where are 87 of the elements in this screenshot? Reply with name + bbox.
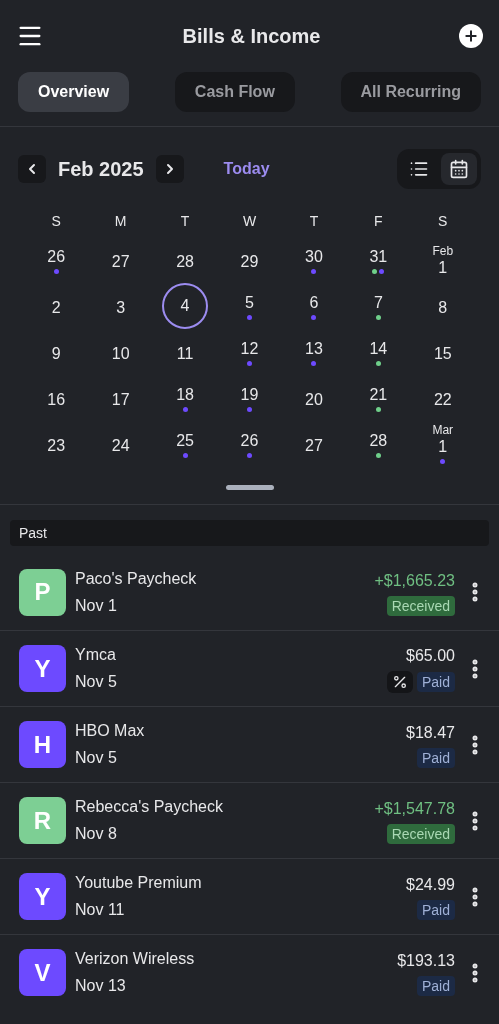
- status-badge: Paid: [416, 748, 455, 768]
- amount: $65.00: [406, 646, 455, 666]
- page-title: Bills & Income: [182, 24, 321, 49]
- calendar-day[interactable]: 22: [433, 391, 452, 408]
- calendar-day[interactable]: 6: [309, 295, 319, 311]
- calendar-day[interactable]: 15: [433, 345, 452, 362]
- amount: $193.13: [397, 951, 455, 971]
- calendar-day[interactable]: 17: [111, 391, 130, 408]
- amount: +$1,665.23: [374, 570, 455, 591]
- calendar-day[interactable]: 2: [51, 299, 61, 316]
- calendar-day[interactable]: 19: [240, 387, 259, 403]
- avatar: R: [19, 797, 66, 844]
- calendar-day[interactable]: 1: [438, 439, 448, 455]
- calendar-day[interactable]: 13: [305, 341, 323, 357]
- calendar-day[interactable]: 12: [240, 341, 259, 357]
- calendar-day[interactable]: 30: [305, 249, 323, 265]
- calendar-day[interactable]: 14: [369, 341, 388, 357]
- status-badge: Paid: [416, 900, 455, 920]
- amount: $18.47: [406, 723, 455, 743]
- next-month-button[interactable]: [155, 155, 184, 183]
- item-date: Nov 5: [75, 748, 118, 768]
- calendar-day[interactable]: 27: [111, 253, 130, 270]
- avatar: Y: [19, 645, 66, 692]
- tab[interactable]: Overview: [18, 72, 130, 112]
- calendar-day[interactable]: 9: [51, 345, 61, 362]
- month-marker: Mar: [432, 424, 454, 436]
- calendar-day[interactable]: 27: [305, 437, 323, 454]
- status-badge: Paid: [416, 672, 455, 692]
- weekday-label: S: [438, 212, 448, 231]
- avatar: P: [19, 568, 66, 616]
- month-marker: Feb: [432, 244, 454, 257]
- calendar-day[interactable]: 29: [240, 253, 259, 270]
- avatar: H: [19, 721, 66, 768]
- calendar-day[interactable]: 20: [305, 391, 323, 408]
- weekday-label: T: [180, 212, 190, 231]
- calendar-day[interactable]: 8: [438, 299, 448, 316]
- item-name: Rebecca's Paycheck: [75, 797, 223, 817]
- calendar-day[interactable]: 26: [240, 433, 259, 449]
- previous-month-button[interactable]: [18, 155, 46, 183]
- item-name: Ymca: [75, 645, 117, 665]
- weekday-label: F: [374, 212, 383, 231]
- calendar-day[interactable]: 23: [47, 437, 66, 454]
- plus-icon: [463, 28, 479, 44]
- status-badge: Paid: [416, 976, 455, 996]
- amount: +$1,547.78: [374, 799, 455, 819]
- item-date: Nov 8: [75, 824, 118, 844]
- item-name: Verizon Wireless: [75, 949, 195, 969]
- item-date: Nov 13: [75, 976, 127, 996]
- add-button[interactable]: [459, 24, 483, 48]
- item-date: Nov 5: [75, 672, 117, 692]
- tab[interactable]: All Recurring: [340, 72, 481, 112]
- calendar-day[interactable]: 16: [47, 391, 66, 408]
- item-date: Nov 1: [75, 595, 118, 616]
- today-button[interactable]: Today: [223, 157, 270, 181]
- calendar-day[interactable]: 21: [369, 387, 388, 403]
- calendar-day[interactable]: 5: [245, 295, 254, 311]
- calendar-day[interactable]: 18: [176, 387, 194, 403]
- section-header: Past: [10, 520, 489, 546]
- item-name: Paco's Paycheck: [75, 568, 197, 589]
- weekday-label: W: [242, 212, 257, 231]
- weekday-label: T: [309, 212, 319, 231]
- tab[interactable]: Cash Flow: [174, 72, 295, 112]
- calendar-day[interactable]: 28: [176, 253, 194, 270]
- calendar-day[interactable]: 28: [369, 433, 388, 449]
- calendar-day[interactable]: 10: [111, 345, 130, 362]
- amount: $24.99: [406, 875, 455, 895]
- status-badge: Received: [386, 595, 455, 616]
- calendar-day[interactable]: 3: [116, 299, 126, 316]
- item-name: Youtube Premium: [75, 873, 202, 893]
- month-label: Feb 2025: [58, 157, 144, 182]
- calendar-day[interactable]: 11: [176, 345, 194, 362]
- weekday-label: S: [51, 212, 61, 231]
- calendar-day[interactable]: 26: [47, 249, 66, 265]
- calendar-day[interactable]: 31: [369, 249, 388, 265]
- calendar-day[interactable]: 4: [162, 283, 209, 329]
- avatar: Y: [19, 873, 66, 920]
- calendar-day[interactable]: 24: [111, 437, 130, 454]
- calendar-day[interactable]: 7: [373, 295, 383, 311]
- drag-handle[interactable]: [225, 485, 274, 490]
- calendar-day[interactable]: 25: [176, 433, 194, 449]
- status-badge: Received: [386, 824, 455, 844]
- item-name: HBO Max: [75, 721, 145, 741]
- weekday-label: M: [114, 212, 127, 231]
- calendar-day[interactable]: 1: [438, 259, 448, 276]
- avatar: V: [19, 949, 66, 996]
- calendar-view-icon[interactable]: [441, 153, 477, 185]
- item-date: Nov 11: [75, 900, 126, 920]
